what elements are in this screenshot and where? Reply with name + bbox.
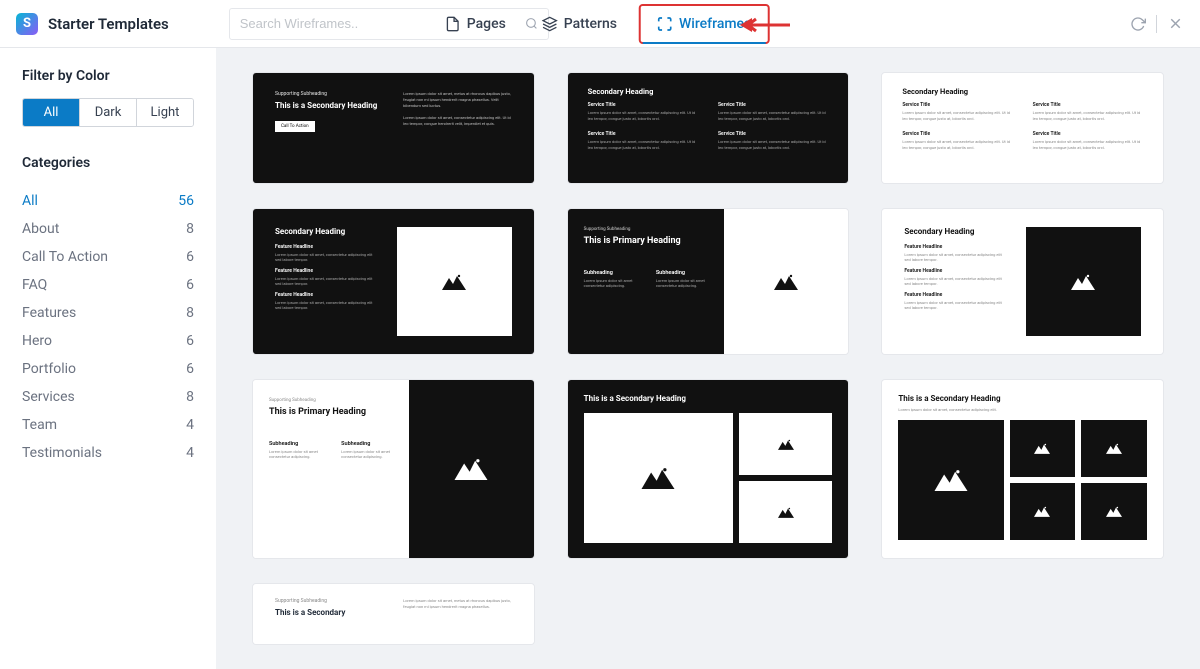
filter-dark[interactable]: Dark [79, 99, 136, 126]
nav-patterns[interactable]: Patterns [528, 4, 631, 44]
header-nav: Pages Patterns Wireframes [431, 4, 770, 44]
app-title: Starter Templates [48, 15, 169, 33]
mountain-icon [1034, 506, 1050, 517]
mountain-icon [442, 274, 466, 290]
close-icon [1167, 15, 1184, 32]
close-button[interactable] [1167, 15, 1184, 32]
logo-icon: S [16, 13, 38, 35]
template-card[interactable]: This is a Secondary Heading [567, 379, 850, 559]
template-card[interactable]: Supporting SubheadingThis is a Secondary… [252, 583, 535, 645]
logo: S Starter Templates [16, 13, 169, 35]
sidebar: Filter by Color All Dark Light Categorie… [0, 48, 216, 669]
filter-light[interactable]: Light [136, 99, 193, 126]
mountain-icon [454, 458, 488, 480]
header-actions [1130, 15, 1184, 33]
mountain-icon [641, 467, 675, 489]
nav-pages[interactable]: Pages [431, 4, 520, 44]
template-card[interactable]: Supporting SubheadingThis is a Secondary… [252, 72, 535, 184]
template-card[interactable]: Secondary Heading Service TitleLorem ips… [881, 72, 1164, 184]
content: Supporting SubheadingThis is a Secondary… [216, 48, 1200, 669]
mountain-icon [1106, 506, 1122, 517]
template-card[interactable]: Secondary Heading Feature HeadlineLorem … [881, 208, 1164, 355]
patterns-icon [542, 16, 558, 32]
wireframes-icon [657, 16, 673, 32]
mountain-icon [934, 469, 968, 491]
category-item[interactable]: FAQ6 [22, 271, 194, 299]
mountain-icon [1071, 274, 1095, 290]
mountain-icon [778, 439, 794, 450]
category-item[interactable]: Services8 [22, 383, 194, 411]
template-grid: Supporting SubheadingThis is a Secondary… [252, 72, 1164, 645]
main: Filter by Color All Dark Light Categorie… [0, 48, 1200, 669]
nav-wireframes-label: Wireframes [679, 16, 751, 32]
filter-buttons: All Dark Light [22, 98, 194, 127]
refresh-button[interactable] [1130, 16, 1146, 32]
category-item[interactable]: About8 [22, 215, 194, 243]
template-card[interactable]: Secondary Heading Service TitleLorem ips… [567, 72, 850, 184]
template-card[interactable]: Supporting SubheadingThis is Primary Hea… [252, 379, 535, 559]
mountain-icon [1106, 443, 1122, 454]
template-card[interactable]: This is a Secondary Heading Lorem ipsum … [881, 379, 1164, 559]
template-card[interactable]: Secondary Heading Feature HeadlineLorem … [252, 208, 535, 355]
mountain-icon [778, 507, 794, 518]
category-list: All56 About8 Call To Action6 FAQ6 Featur… [22, 187, 194, 467]
category-item[interactable]: Hero6 [22, 327, 194, 355]
nav-wireframes[interactable]: Wireframes [643, 8, 765, 40]
category-item[interactable]: Team4 [22, 411, 194, 439]
category-item[interactable]: Features8 [22, 299, 194, 327]
category-item[interactable]: Portfolio6 [22, 355, 194, 383]
filter-all[interactable]: All [23, 99, 79, 126]
category-item[interactable]: All56 [22, 187, 194, 215]
nav-patterns-label: Patterns [564, 16, 617, 32]
divider [1156, 15, 1157, 33]
refresh-icon [1130, 16, 1146, 32]
category-item[interactable]: Call To Action6 [22, 243, 194, 271]
filter-title: Filter by Color [22, 68, 194, 84]
wireframe-highlight: Wireframes [639, 4, 769, 44]
page-icon [445, 16, 461, 32]
mountain-icon [774, 274, 798, 290]
header: S Starter Templates Pages Patterns Wiref… [0, 0, 1200, 48]
mountain-icon [1034, 443, 1050, 454]
categories-title: Categories [22, 155, 194, 171]
category-item[interactable]: Testimonials4 [22, 439, 194, 467]
template-card[interactable]: Supporting SubheadingThis is Primary Hea… [567, 208, 850, 355]
nav-pages-label: Pages [467, 16, 506, 32]
